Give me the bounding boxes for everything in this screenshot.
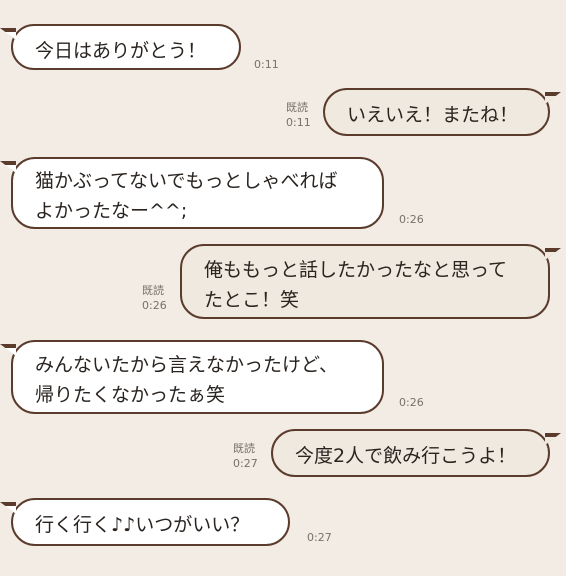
message-bubble-outgoing[interactable]: 今度2人で飲み行こうよ！ bbox=[271, 429, 561, 477]
message-bubble-incoming[interactable]: 猫かぶってないでもっとしゃべれば よかったなー^^; bbox=[0, 157, 384, 229]
message-timestamp: 0:27 bbox=[233, 457, 258, 470]
message-text-line: たとこ！笑 bbox=[204, 289, 300, 311]
message-bubble-incoming[interactable]: 今日はありがとう！ bbox=[0, 24, 241, 70]
message-text-line: 俺ももっと話したかったなと思って bbox=[204, 259, 508, 281]
message-timestamp: 0:11 bbox=[286, 116, 311, 129]
message-bubble-incoming[interactable]: 行く行く♪♪いつがいい？ bbox=[0, 498, 290, 546]
message-bubble-incoming[interactable]: みんないたから言えなかったけど、 帰りたくなかったぁ笑 bbox=[0, 340, 384, 414]
message-timestamp: 0:27 bbox=[307, 531, 332, 544]
message-text-line: 帰りたくなかったぁ笑 bbox=[35, 384, 226, 406]
message-timestamp: 0:26 bbox=[399, 396, 424, 409]
message-text: 行く行く♪♪いつがいい？ bbox=[35, 514, 250, 536]
message-bubble-outgoing[interactable]: 俺ももっと話したかったなと思って たとこ！笑 bbox=[180, 244, 561, 319]
read-receipt: 既読 bbox=[286, 101, 308, 114]
read-receipt: 既読 bbox=[142, 284, 164, 297]
message-text: 今度2人で飲み行こうよ！ bbox=[295, 445, 517, 467]
message-bubble-outgoing[interactable]: いえいえ！またね！ bbox=[323, 88, 561, 136]
message-text-line: みんないたから言えなかったけど、 bbox=[35, 354, 339, 376]
message-text-line: 猫かぶってないでもっとしゃべれば bbox=[35, 170, 338, 192]
message-timestamp: 0:26 bbox=[142, 299, 167, 312]
read-receipt: 既読 bbox=[233, 442, 255, 455]
message-text: いえいえ！またね！ bbox=[347, 104, 519, 126]
message-timestamp: 0:11 bbox=[254, 58, 279, 71]
message-timestamp: 0:26 bbox=[399, 213, 424, 226]
message-text-line: よかったなー^^; bbox=[35, 200, 188, 222]
message-text: 今日はありがとう！ bbox=[35, 40, 207, 62]
